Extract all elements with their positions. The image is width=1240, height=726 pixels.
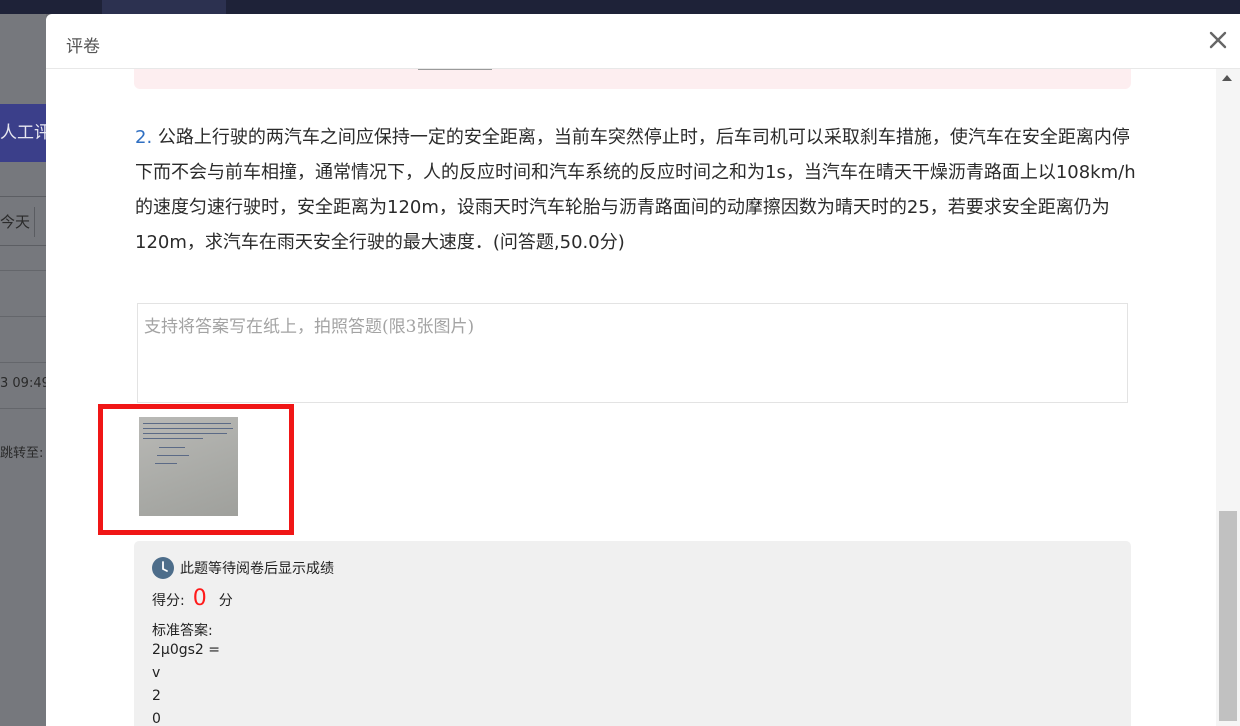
question-number: 2. xyxy=(135,127,153,148)
scroll-up-arrow-icon[interactable] xyxy=(1222,75,1232,81)
previous-answer-blank xyxy=(418,69,492,70)
background-manual-grading-button: 人工评卷 xyxy=(0,104,46,162)
answer-placeholder: 支持将答案写在纸上，拍照答题(限3张图片) xyxy=(144,317,475,337)
background-divider xyxy=(0,316,46,317)
vertical-scrollbar[interactable] xyxy=(1216,69,1240,726)
score-value: 0 xyxy=(192,586,207,611)
standard-answer-line: 2μ0gs2 = xyxy=(152,642,220,658)
clock-icon xyxy=(152,557,174,579)
standard-answer-line: 0 xyxy=(152,711,161,726)
background-filter-today: 今天 xyxy=(0,196,46,246)
score-label: 得分: xyxy=(152,593,185,609)
standard-answer-line: v xyxy=(152,665,161,681)
close-button[interactable] xyxy=(1206,28,1230,52)
standard-answer-line: 2 xyxy=(152,688,161,704)
answer-input[interactable]: 支持将答案写在纸上，拍照答题(限3张图片) xyxy=(137,303,1128,403)
background-tab xyxy=(102,0,226,14)
result-panel: 此题等待阅卷后显示成绩 得分: 0 分 标准答案: 2μ0gs2 = v 2 0 xyxy=(134,541,1131,726)
background-filter-today-label: 今天 xyxy=(0,213,31,231)
background-divider xyxy=(0,270,46,271)
result-status-text: 此题等待阅卷后显示成绩 xyxy=(180,561,334,577)
background-topbar xyxy=(0,0,1240,14)
background-jump-label: 跳转至: xyxy=(0,446,44,461)
modal-title: 评卷 xyxy=(66,37,100,57)
background-divider xyxy=(0,362,46,363)
background-time: 3 09:49 xyxy=(0,376,46,391)
answer-image-thumbnail[interactable] xyxy=(139,417,238,516)
scrollbar-thumb[interactable] xyxy=(1219,511,1237,721)
standard-answer-label: 标准答案: xyxy=(152,623,213,639)
score-unit: 分 xyxy=(218,593,233,609)
grading-modal: 评卷 2. 公路上行驶的两汽车之间应保持一定的安全距离，当前车突然停止时，后车司… xyxy=(46,14,1240,726)
modal-body: 2. 公路上行驶的两汽车之间应保持一定的安全距离，当前车突然停止时，后车司机可以… xyxy=(46,69,1240,726)
background-divider xyxy=(0,408,46,409)
previous-answer-area xyxy=(134,69,1131,89)
close-icon xyxy=(1209,31,1227,49)
result-status-row: 此题等待阅卷后显示成绩 xyxy=(152,557,334,579)
question-text-block: 2. 公路上行驶的两汽车之间应保持一定的安全距离，当前车突然停止时，后车司机可以… xyxy=(135,120,1145,260)
score-row: 得分: 0 分 xyxy=(152,586,233,611)
modal-header: 评卷 xyxy=(46,14,1240,69)
question-text: 公路上行驶的两汽车之间应保持一定的安全距离，当前车突然停止时，后车司机可以采取刹… xyxy=(135,127,1136,253)
